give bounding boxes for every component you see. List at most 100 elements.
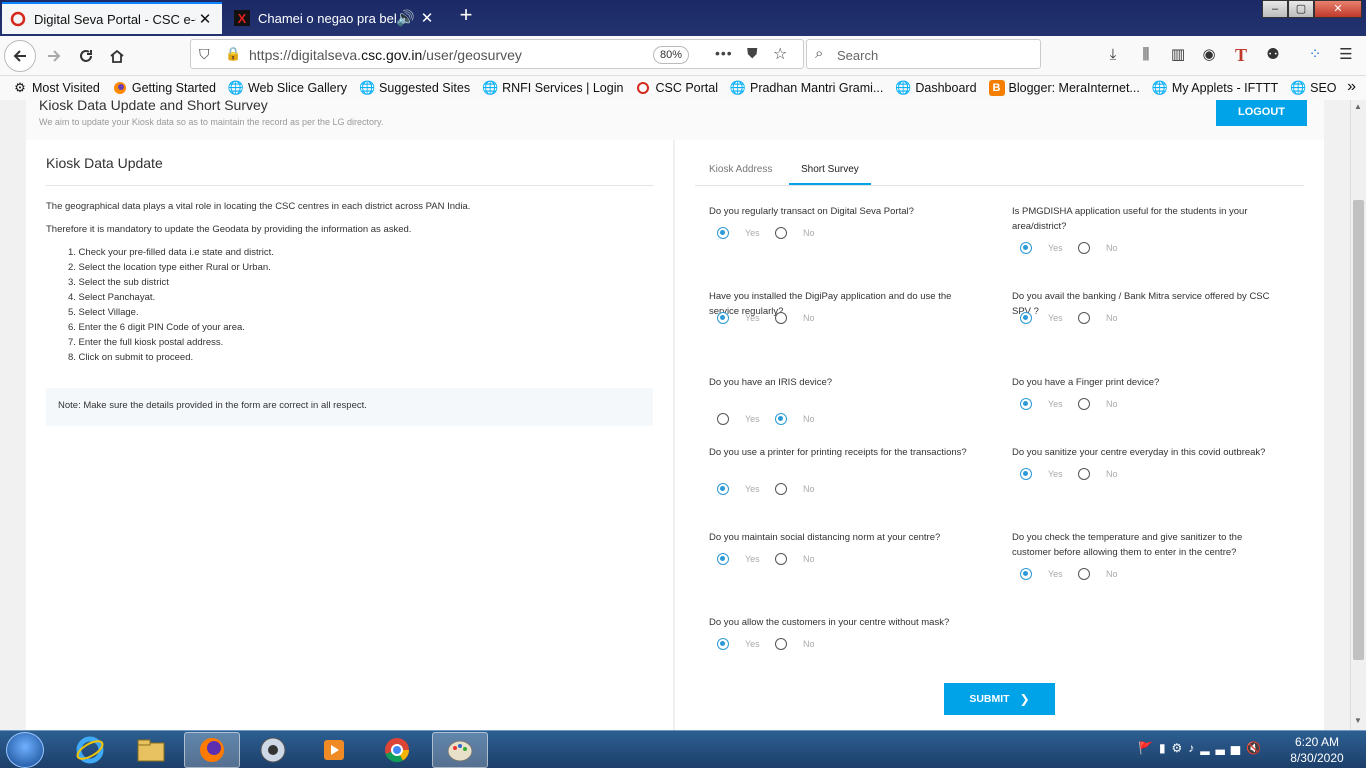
globe-icon: 🌐 xyxy=(482,80,499,95)
bookmark-dashboard[interactable]: 🌐 Dashboard xyxy=(895,80,976,96)
csc-icon xyxy=(635,80,651,96)
yes-radio[interactable] xyxy=(1020,312,1032,324)
yes-radio[interactable] xyxy=(717,638,729,650)
yes-radio[interactable] xyxy=(717,553,729,565)
menu-icon[interactable]: ☰ xyxy=(1335,44,1357,66)
yes-label: Yes xyxy=(745,414,760,424)
bookmark-pradhan-mantri[interactable]: 🌐 Pradhan Mantri Grami... xyxy=(730,80,883,96)
clock[interactable]: 6:20 AM 8/30/2020 xyxy=(1282,734,1352,766)
speaker-icon[interactable]: 🔊 xyxy=(396,9,415,27)
yes-label: Yes xyxy=(1048,469,1063,479)
bookmark-suggested-sites[interactable]: 🌐 Suggested Sites xyxy=(359,80,470,96)
media-player-icon[interactable] xyxy=(306,732,362,768)
survey-question: Do you sanitize your centre everyday in … xyxy=(1012,447,1266,458)
search-box[interactable]: ⌕ Search xyxy=(806,39,1041,69)
internet-explorer-icon[interactable] xyxy=(62,732,118,768)
reload-button[interactable] xyxy=(70,40,102,72)
x-logo-icon: X xyxy=(234,10,250,26)
submit-button[interactable]: SUBMIT ❯ xyxy=(944,683,1055,715)
bookmark-seo[interactable]: 🌐 SEO xyxy=(1290,80,1337,96)
no-radio[interactable] xyxy=(775,483,787,495)
no-radio[interactable] xyxy=(1078,312,1090,324)
page-actions-icon[interactable]: ••• xyxy=(715,45,733,61)
forward-button[interactable] xyxy=(38,40,70,72)
tab-kiosk-address[interactable]: Kiosk Address xyxy=(709,164,772,183)
survey-question: Do you have an IRIS device? xyxy=(709,377,833,388)
system-tray-icons[interactable]: 🚩▮⚙♪▂▃▅🔇 xyxy=(1138,741,1267,755)
no-radio[interactable] xyxy=(1078,568,1090,580)
firefox-taskbar-icon[interactable] xyxy=(184,732,240,768)
translate-extension-icon[interactable]: T xyxy=(1230,44,1252,66)
no-radio[interactable] xyxy=(775,413,787,425)
start-button[interactable] xyxy=(6,732,44,768)
bookmark-most-visited[interactable]: ⚙ Most Visited xyxy=(12,80,100,96)
paint-icon[interactable] xyxy=(432,732,488,768)
lock-icon[interactable]: 🔒 xyxy=(225,46,241,62)
page-title: Kiosk Data Update and Short Survey xyxy=(39,100,268,113)
scroll-up-icon[interactable]: ▲ xyxy=(1354,102,1362,111)
scroll-down-icon[interactable]: ▼ xyxy=(1354,716,1362,725)
bookmark-rnfi[interactable]: 🌐 RNFI Services | Login xyxy=(482,80,623,96)
new-tab-button[interactable]: + xyxy=(454,4,478,28)
no-radio[interactable] xyxy=(1078,468,1090,480)
app-launcher-icon[interactable] xyxy=(245,732,301,768)
account-icon[interactable]: ◉ xyxy=(1198,44,1220,66)
tab-video[interactable]: X Chamei o negao pra beber c 🔊 ✕ xyxy=(226,2,444,34)
yes-radio[interactable] xyxy=(1020,468,1032,480)
yes-radio[interactable] xyxy=(717,483,729,495)
logout-button[interactable]: LOGOUT xyxy=(1216,100,1307,126)
library-icon[interactable]: ⫼ xyxy=(1135,44,1157,66)
file-explorer-icon[interactable] xyxy=(123,732,179,768)
close-tab-icon[interactable]: ✕ xyxy=(196,10,214,28)
yes-radio[interactable] xyxy=(1020,242,1032,254)
yes-radio[interactable] xyxy=(717,413,729,425)
maximize-button[interactable]: ▢ xyxy=(1288,0,1314,18)
bookmark-blogger[interactable]: B Blogger: MeraInternet... xyxy=(988,80,1140,96)
bookmark-label: SEO xyxy=(1310,81,1337,95)
globe-icon: 🌐 xyxy=(1290,80,1307,95)
url-bar[interactable]: ⛉ 🔒 https://digitalseva.csc.gov.in/user/… xyxy=(190,39,804,69)
yes-label: Yes xyxy=(745,313,760,323)
no-radio[interactable] xyxy=(775,553,787,565)
no-radio[interactable] xyxy=(775,312,787,324)
yes-radio[interactable] xyxy=(717,312,729,324)
chevron-right-icon[interactable]: » xyxy=(1347,78,1356,96)
page-scrollbar[interactable]: ▲ ▼ xyxy=(1350,100,1366,730)
yes-radio[interactable] xyxy=(1020,398,1032,410)
no-radio[interactable] xyxy=(1078,398,1090,410)
home-button[interactable] xyxy=(101,40,133,72)
bookmark-csc-portal[interactable]: CSC Portal xyxy=(635,80,718,96)
windows-taskbar: 🚩▮⚙♪▂▃▅🔇 6:20 AM 8/30/2020 xyxy=(0,730,1366,768)
chrome-icon[interactable] xyxy=(369,732,425,768)
url-text[interactable]: https://digitalseva.csc.gov.in/user/geos… xyxy=(249,47,522,63)
bookmark-star-icon[interactable]: ☆ xyxy=(773,44,787,64)
back-button[interactable] xyxy=(4,40,36,72)
no-radio[interactable] xyxy=(775,638,787,650)
kiosk-info-panel: Kiosk Data Update The geographical data … xyxy=(26,140,674,730)
close-tab-icon[interactable]: ✕ xyxy=(418,9,436,27)
apps-icon[interactable]: ⁘ xyxy=(1304,44,1326,66)
minimize-button[interactable]: – xyxy=(1262,0,1288,18)
scrollbar-thumb[interactable] xyxy=(1353,200,1364,660)
download-icon[interactable]: ⤓ xyxy=(1102,44,1124,66)
url-prefix: https://digitalseva. xyxy=(249,47,362,63)
close-window-button[interactable]: ✕ xyxy=(1314,0,1362,18)
bookmark-getting-started[interactable]: Getting Started xyxy=(112,80,216,96)
extension-icon[interactable]: ⚉ xyxy=(1262,44,1284,66)
tab-short-survey[interactable]: Short Survey xyxy=(789,164,871,185)
yes-radio[interactable] xyxy=(717,227,729,239)
no-radio[interactable] xyxy=(1078,242,1090,254)
zoom-level[interactable]: 80% xyxy=(653,46,689,64)
yes-label: Yes xyxy=(745,554,760,564)
tab-digital-seva[interactable]: Digital Seva Portal - CSC e-Gov ✕ xyxy=(2,2,222,34)
sidebar-icon[interactable]: ▥ xyxy=(1167,44,1189,66)
shield-icon[interactable]: ⛉ xyxy=(199,46,210,63)
no-label: No xyxy=(803,228,815,238)
pocket-icon[interactable]: ⛊ xyxy=(747,45,758,62)
yes-radio[interactable] xyxy=(1020,568,1032,580)
bookmark-web-slice[interactable]: 🌐 Web Slice Gallery xyxy=(228,80,347,96)
firefox-icon xyxy=(112,80,128,96)
no-radio[interactable] xyxy=(775,227,787,239)
bookmark-ifttt[interactable]: 🌐 My Applets - IFTTT xyxy=(1152,80,1278,96)
bookmark-label: Suggested Sites xyxy=(379,81,471,95)
